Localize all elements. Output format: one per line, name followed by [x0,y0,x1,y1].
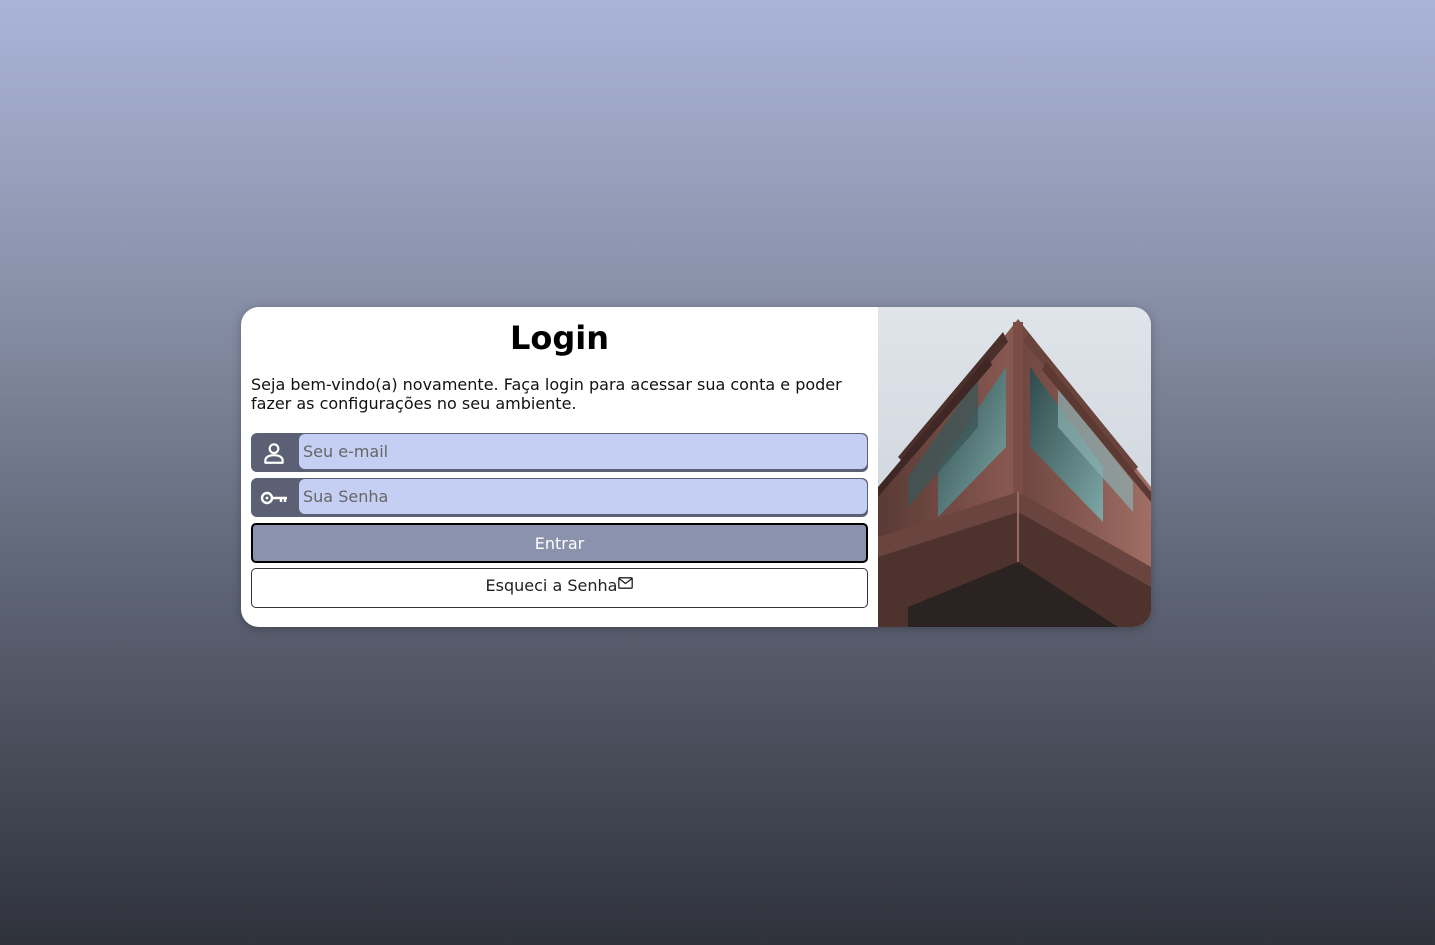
envelope-icon [618,576,634,589]
building-image [878,307,1151,627]
forgot-password-label: Esqueci a Senha [485,576,618,595]
login-button[interactable]: Entrar [251,523,868,563]
password-field-group [251,478,868,517]
key-icon [251,478,297,517]
page-title: Login [509,319,610,357]
login-form-panel: Login Seja bem-vindo(a) novamente. Faça … [241,307,878,627]
email-input[interactable] [299,434,867,469]
email-field-group [251,433,868,472]
login-card: Login Seja bem-vindo(a) novamente. Faça … [241,307,1151,627]
forgot-password-button[interactable]: Esqueci a Senha [251,568,868,608]
welcome-text: Seja bem-vindo(a) novamente. Faça login … [251,375,842,413]
person-icon [251,433,297,472]
building-photo [878,307,1151,627]
password-input[interactable] [299,479,867,514]
